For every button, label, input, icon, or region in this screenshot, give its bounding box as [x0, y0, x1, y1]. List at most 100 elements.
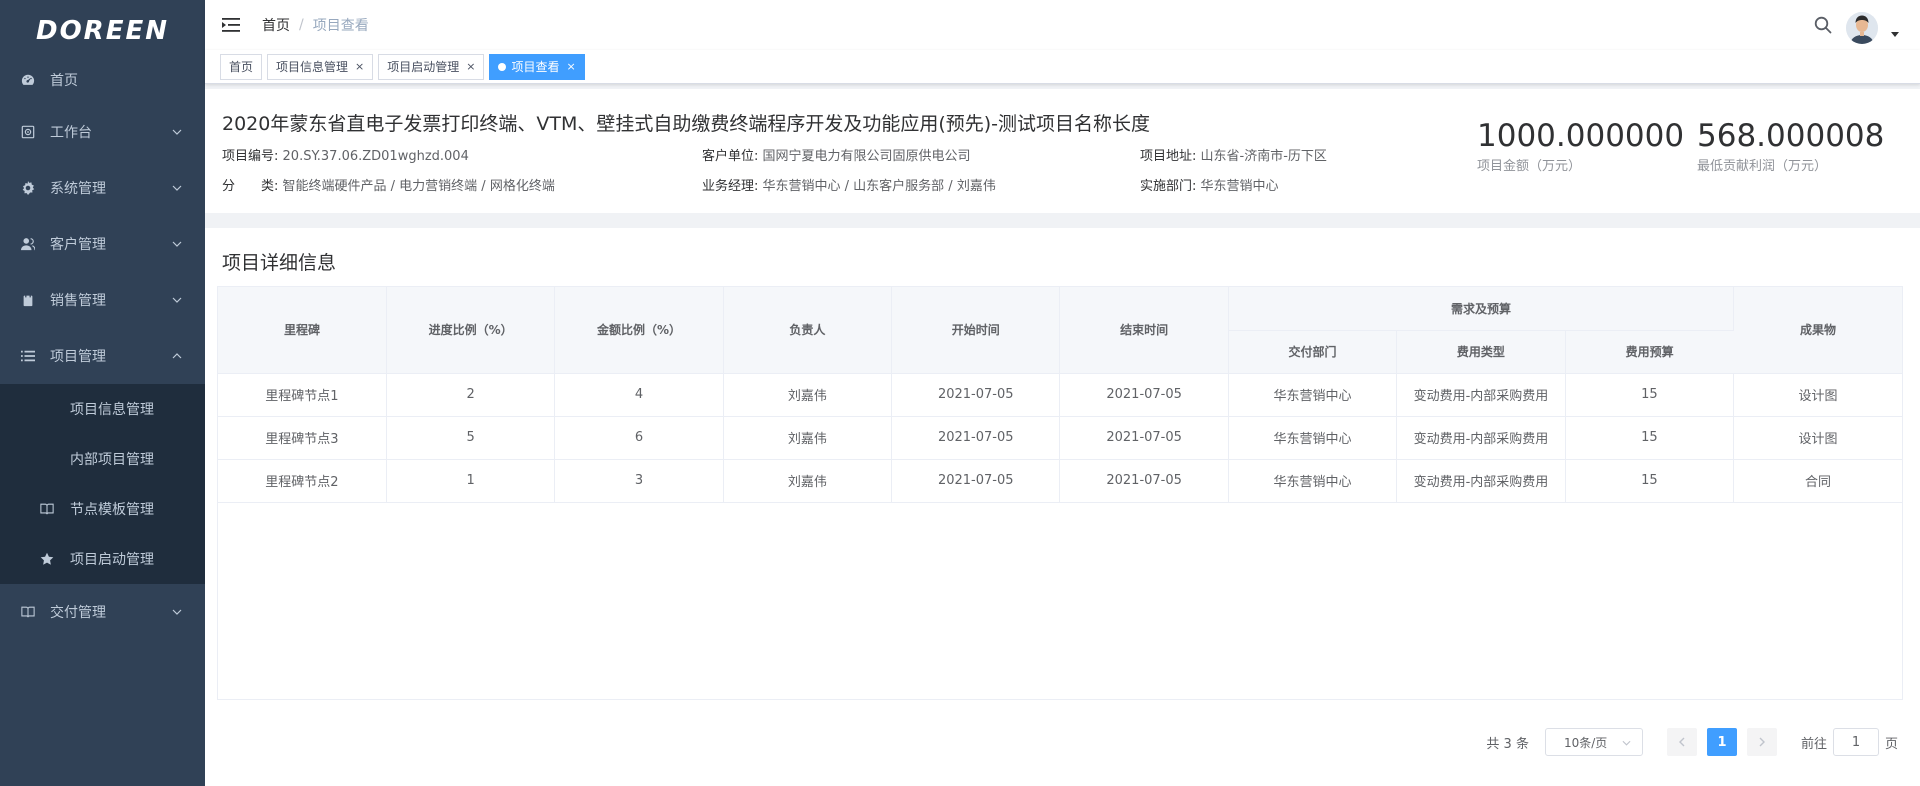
stat-value: 1000.000000	[1477, 118, 1685, 154]
tag-project-info[interactable]: 项目信息管理 ×	[267, 53, 374, 80]
sidebar-item-customer[interactable]: 客户管理	[0, 216, 205, 272]
close-icon[interactable]: ×	[466, 55, 475, 79]
chevron-up-icon	[171, 350, 183, 362]
navbar: 首页 / 项目查看	[205, 0, 1920, 50]
stat-caption: 项目金额（万元）	[1477, 159, 1582, 175]
page-size-select[interactable]: 10条/页	[1544, 728, 1643, 756]
project-code: 项目编号: 20.SY.37.06.ZD01wghzd.004	[222, 145, 469, 164]
chevron-down-icon	[171, 294, 183, 306]
star-icon	[39, 551, 55, 567]
breadcrumb-separator: /	[299, 17, 304, 33]
table-cell: 2021-07-05	[1059, 416, 1229, 460]
table-cell: 15	[1565, 459, 1735, 503]
column-header: 费用类型	[1396, 330, 1566, 374]
avatar[interactable]	[1846, 12, 1878, 44]
column-header: 金额比例（%）	[554, 287, 724, 374]
table-cell: 设计图	[1733, 373, 1902, 417]
sidebar-item-system[interactable]: 系统管理	[0, 160, 205, 216]
search-icon[interactable]	[1814, 16, 1832, 34]
sidebar-item-label: 项目管理	[50, 349, 106, 365]
column-header: 负责人	[723, 287, 893, 374]
project-detail-card: 项目详细信息 里程碑 进度比例（%） 金额比例（%） 负责人 开始时间 结束时间…	[205, 228, 1920, 786]
table-cell: 15	[1565, 373, 1735, 417]
table-cell: 刘嘉伟	[723, 416, 893, 460]
field-label: 业务经理:	[702, 179, 759, 194]
sidebar-subitem-internal-project[interactable]: 内部项目管理	[0, 434, 205, 484]
sidebar-item-label: 节点模板管理	[70, 502, 154, 518]
table-cell: 2021-07-05	[891, 373, 1061, 417]
chevron-down-icon	[1622, 738, 1632, 748]
stat-value: 568.000008	[1697, 118, 1885, 154]
logo: DOREEN	[0, 0, 205, 62]
tag-project-view[interactable]: 项目查看 ×	[489, 53, 585, 80]
column-group-header: 需求及预算	[1228, 287, 1735, 331]
tag-home[interactable]: 首页	[220, 53, 263, 80]
sidebar-subitem-project-start[interactable]: 项目启动管理	[0, 534, 205, 584]
page-size-value: 10条/页	[1563, 735, 1608, 750]
sidebar-item-home[interactable]: 首页	[0, 64, 205, 96]
chevron-left-icon	[1678, 737, 1685, 747]
book-icon	[20, 604, 36, 620]
table-cell: 2021-07-05	[1059, 373, 1229, 417]
field-label: 分 类:	[222, 179, 279, 194]
jump-suffix: 页	[1884, 736, 1898, 752]
sidebar-item-label: 交付管理	[50, 605, 106, 621]
sidebar-item-delivery[interactable]: 交付管理	[0, 584, 205, 640]
field-label: 项目地址:	[1140, 149, 1197, 164]
sidebar-item-label: 系统管理	[50, 181, 106, 197]
table-cell: 2	[386, 373, 556, 417]
table-cell: 1	[386, 459, 556, 503]
project-profit-stat: 568.000008 最低贡献利润（万元）	[1697, 119, 1884, 174]
tag-project-start[interactable]: 项目启动管理 ×	[378, 53, 485, 80]
field-value: 20.SY.37.06.ZD01wghzd.004	[282, 149, 469, 164]
project-submenu: 项目信息管理 内部项目管理 节点模板管理 项目启动管理	[0, 384, 205, 584]
table-cell: 3	[554, 459, 724, 503]
tag-label: 首页	[229, 59, 254, 74]
column-header: 进度比例（%）	[386, 287, 556, 374]
prev-page-button[interactable]	[1666, 728, 1697, 756]
column-header: 结束时间	[1059, 287, 1229, 374]
sidebar-subitem-node-template[interactable]: 节点模板管理	[0, 484, 205, 534]
table-row: 里程碑节点1 2 4 刘嘉伟 2021-07-05 2021-07-05 华东营…	[218, 373, 1902, 417]
column-header: 开始时间	[891, 287, 1061, 374]
table-cell: 15	[1565, 416, 1735, 460]
list-icon	[20, 348, 36, 364]
sidebar-item-label: 客户管理	[50, 237, 106, 253]
sidebar-item-label: 内部项目管理	[70, 452, 154, 468]
active-dot-icon	[498, 62, 507, 71]
chevron-down-icon	[171, 606, 183, 618]
caret-down-icon[interactable]	[1890, 30, 1900, 38]
chevron-right-icon	[1759, 737, 1765, 747]
workbench-icon	[20, 124, 36, 140]
sidebar-item-label: 销售管理	[50, 293, 106, 309]
pagination-total: 共 3 条	[1486, 736, 1529, 752]
breadcrumb-home[interactable]: 首页	[262, 15, 290, 35]
table-cell: 设计图	[1733, 416, 1902, 460]
gear-icon	[20, 180, 36, 196]
breadcrumb: 首页 / 项目查看	[262, 15, 369, 35]
table-cell: 5	[386, 416, 556, 460]
sidebar-item-project[interactable]: 项目管理	[0, 328, 205, 384]
close-icon[interactable]: ×	[355, 55, 364, 79]
table-cell: 6	[554, 416, 724, 460]
table-cell: 里程碑节点1	[218, 373, 387, 417]
chevron-down-icon	[171, 126, 183, 138]
sidebar-item-workbench[interactable]: 工作台	[0, 104, 205, 160]
sidebar-item-label: 首页	[50, 73, 78, 89]
next-page-button[interactable]	[1746, 728, 1777, 756]
page-number-button[interactable]: 1	[1706, 728, 1737, 756]
jump-page-input[interactable]	[1832, 728, 1879, 756]
sidebar-item-sales[interactable]: 销售管理	[0, 272, 205, 328]
sidebar-subitem-project-info[interactable]: 项目信息管理	[0, 384, 205, 434]
hamburger-icon[interactable]	[222, 16, 240, 34]
table-cell: 2021-07-05	[1059, 459, 1229, 503]
field-value: 华东营销中心 / 山东客户服务部 / 刘嘉伟	[762, 179, 996, 194]
field-value: 智能终端硬件产品 / 电力营销终端 / 网格化终端	[282, 179, 555, 194]
table-cell: 变动费用-内部采购费用	[1396, 373, 1566, 417]
project-summary-card: 2020年蒙东省直电子发票打印终端、VTM、壁挂式自助缴费终端程序开发及功能应用…	[205, 89, 1920, 213]
field-value: 山东省-济南市-历下区	[1200, 149, 1327, 164]
table-row: 里程碑节点2 1 3 刘嘉伟 2021-07-05 2021-07-05 华东营…	[218, 459, 1902, 503]
close-icon[interactable]: ×	[567, 55, 576, 79]
project-category: 分 类: 智能终端硬件产品 / 电力营销终端 / 网格化终端	[222, 175, 555, 194]
project-customer: 客户单位: 国网宁夏电力有限公司固原供电公司	[702, 145, 971, 164]
